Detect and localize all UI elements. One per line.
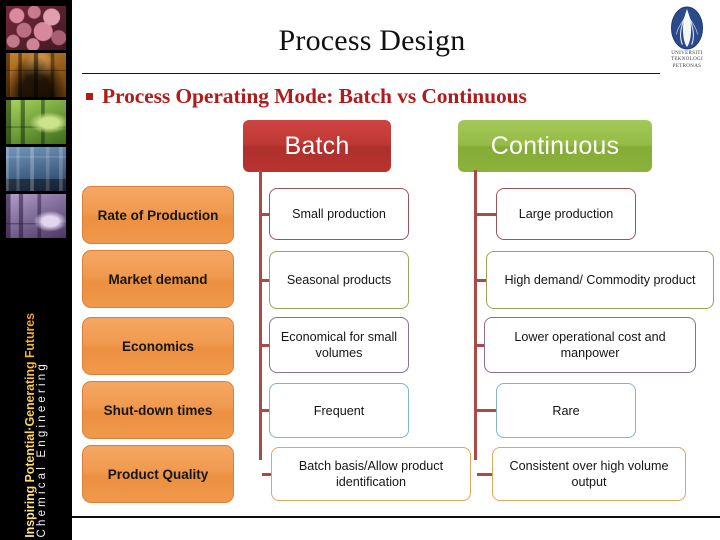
page-title: Process Design [278, 24, 466, 57]
sidebar-department-label: Chemical Engineering [36, 361, 48, 538]
researcher-thumbnail [6, 194, 66, 238]
criterion-label: Rate of Production [82, 186, 234, 244]
title-divider [82, 73, 660, 74]
connector-stub [477, 343, 484, 347]
connector-stub [262, 343, 269, 347]
value-cell-batch: Batch basis/Allow product identification [271, 447, 471, 501]
connector-stub [262, 278, 269, 282]
value-cell-continuous: High demand/ Commodity product [486, 251, 714, 309]
connector-stub [262, 212, 269, 216]
connector-stub [477, 409, 496, 412]
laboratory-thumbnail [6, 100, 66, 144]
criterion-label: Product Quality [82, 445, 234, 503]
petronas-logo-icon [671, 6, 703, 50]
value-cell-continuous: Rare [496, 383, 636, 438]
value-cell-continuous: Lower operational cost and manpower [484, 317, 696, 373]
university-logo: UNIVERSITI TEKNOLOGI PETRONAS [660, 6, 714, 74]
value-cell-batch: Economical for small volumes [269, 317, 409, 373]
value-cell-continuous: Large production [496, 188, 636, 240]
criterion-label: Market demand [82, 250, 234, 308]
connector-stub [477, 212, 496, 216]
connector-stub [262, 472, 271, 476]
value-cell-continuous: Consistent over high volume output [492, 447, 686, 501]
section-heading: Process Operating Mode: Batch vs Continu… [86, 84, 527, 109]
sidebar-vertical-branding: Chemical Engineering Inspiring Potential… [0, 238, 72, 538]
footer-divider [72, 516, 720, 518]
criterion-label: Shut-down times [82, 381, 234, 439]
logo-wordmark: UNIVERSITI TEKNOLOGI PETRONAS [660, 51, 714, 70]
connector-stub [477, 472, 492, 476]
logo-line-3: PETRONAS [672, 63, 702, 69]
molecules-thumbnail [6, 6, 66, 50]
sidebar-tagline-label: Inspiring Potential·Generating Futures [22, 313, 37, 538]
value-cell-batch: Small production [269, 188, 409, 240]
equipment-thumbnail [6, 53, 66, 97]
column-header-continuous[interactable]: Continuous [458, 120, 652, 172]
section-heading-label: Process Operating Mode: Batch vs Continu… [102, 84, 527, 108]
connector-stub [262, 409, 269, 412]
sidebar: Chemical Engineering Inspiring Potential… [0, 0, 72, 540]
plant-thumbnail [6, 147, 66, 191]
slide-canvas: Chemical Engineering Inspiring Potential… [0, 0, 720, 540]
criterion-label: Economics [82, 317, 234, 375]
column-header-batch[interactable]: Batch [243, 120, 391, 172]
value-cell-batch: Seasonal products [269, 251, 409, 309]
value-cell-batch: Frequent [269, 383, 409, 438]
connector-stub [477, 278, 486, 282]
bullet-square-icon [86, 93, 93, 100]
